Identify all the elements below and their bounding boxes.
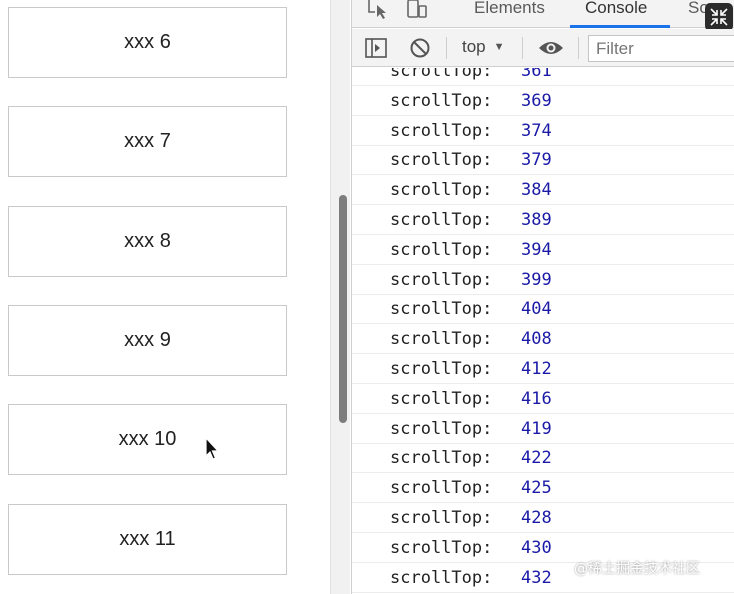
console-log-label: scrollTop: xyxy=(390,120,493,141)
toolbar-divider xyxy=(578,37,579,59)
mouse-pointer-icon xyxy=(205,437,220,460)
collapse-icon xyxy=(710,8,728,26)
console-log-line: scrollTop: 361 xyxy=(352,68,734,86)
list-item-label: xxx 8 xyxy=(124,230,171,252)
clear-console-icon[interactable] xyxy=(409,38,431,58)
toolbar-divider xyxy=(522,37,523,59)
console-log-line: scrollTop: 369 xyxy=(352,86,734,116)
console-log-value: 399 xyxy=(521,269,552,290)
console-log-value: 419 xyxy=(521,418,552,439)
list-item[interactable]: xxx 6 xyxy=(8,7,287,78)
context-selector[interactable]: top ▼ xyxy=(462,37,505,57)
console-log-line: scrollTop: 374 xyxy=(352,116,734,146)
console-log-value: 379 xyxy=(521,150,552,171)
list-item[interactable]: xxx 8 xyxy=(8,206,287,277)
console-log-label: scrollTop: xyxy=(390,537,493,558)
console-log-line: scrollTop: 404 xyxy=(352,294,734,325)
console-log-label: scrollTop: xyxy=(390,448,493,469)
console-log-value: 404 xyxy=(521,299,552,320)
console-log-line: scrollTop: 425 xyxy=(352,473,734,504)
console-log-line: scrollTop: 428 xyxy=(352,503,734,533)
console-log-line: scrollTop: 399 xyxy=(352,265,734,295)
page-viewport: xxx 6 xxx 7 xxx 8 xxx 9 xxx 10 xxx 11 xyxy=(0,0,330,594)
console-log-line: scrollTop: 384 xyxy=(352,175,734,206)
console-log-line: scrollTop: 389 xyxy=(352,205,734,235)
console-log-line: scrollTop: 422 xyxy=(352,443,734,474)
watermark-text: @稀土掘金技术社区 xyxy=(574,561,700,577)
console-log-label: scrollTop: xyxy=(390,150,493,171)
page-scrollbar-thumb[interactable] xyxy=(339,195,347,423)
devtools-panel: Elements Console Sou top ▼ Filter scroll… xyxy=(351,0,734,594)
console-log-label: scrollTop: xyxy=(390,210,493,230)
console-log-value: 428 xyxy=(521,508,552,528)
console-log-value: 384 xyxy=(521,180,552,201)
console-log-label: scrollTop: xyxy=(390,508,493,528)
active-tab-indicator xyxy=(570,25,670,28)
filter-input[interactable] xyxy=(588,35,734,62)
console-log-value: 432 xyxy=(521,567,552,588)
console-log-value: 374 xyxy=(521,120,552,141)
live-expression-eye-icon[interactable] xyxy=(538,38,564,58)
console-log-line: scrollTop: 412 xyxy=(352,354,734,384)
devtools-tabbar: Elements Console Sou xyxy=(352,0,734,31)
console-log-value: 422 xyxy=(521,448,552,469)
inspect-element-icon[interactable] xyxy=(367,0,389,20)
fullscreen-toggle-button[interactable] xyxy=(705,3,733,31)
console-log-label: scrollTop: xyxy=(390,388,493,409)
console-log-label: scrollTop: xyxy=(390,567,493,588)
console-log-line: scrollTop: 416 xyxy=(352,384,734,414)
context-selector-value: top xyxy=(462,37,486,56)
list-item[interactable]: xxx 11 xyxy=(8,504,287,575)
console-log-label: scrollTop: xyxy=(390,239,493,260)
console-log-label: scrollTop: xyxy=(390,329,493,350)
console-log-value: 408 xyxy=(521,329,552,350)
console-log-label: scrollTop: xyxy=(390,269,493,290)
console-log-value: 369 xyxy=(521,90,552,111)
console-log-label: scrollTop: xyxy=(390,359,493,379)
list-item-label: xxx 9 xyxy=(124,329,171,351)
toolbar-divider xyxy=(446,37,447,59)
console-log-line: scrollTop: 408 xyxy=(352,324,734,355)
device-toolbar-icon[interactable] xyxy=(406,0,428,20)
console-log-label: scrollTop: xyxy=(390,478,493,499)
console-log-label: scrollTop: xyxy=(390,180,493,201)
list-item-label: xxx 6 xyxy=(124,31,171,53)
console-log-line: scrollTop: 379 xyxy=(352,145,734,176)
list-item-label: xxx 11 xyxy=(119,528,176,550)
list-item[interactable]: xxx 7 xyxy=(8,106,287,177)
console-output: scrollTop: 361 scrollTop: 369 scrollTop: 374 s… xyxy=(352,68,734,594)
dropdown-arrow-icon: ▼ xyxy=(493,41,505,53)
console-log-value: 389 xyxy=(521,210,552,230)
list-item[interactable]: xxx 10 xyxy=(8,404,287,475)
list-item-label: xxx 7 xyxy=(124,130,171,152)
list-item-label: xxx 10 xyxy=(118,428,177,450)
tab-elements[interactable]: Elements xyxy=(474,0,545,28)
show-sidebar-icon[interactable] xyxy=(365,38,387,58)
console-log-line: scrollTop: 394 xyxy=(352,235,734,265)
list-item[interactable]: xxx 9 xyxy=(8,305,287,376)
console-log-line: scrollTop: 419 xyxy=(352,414,734,444)
console-log-label: scrollTop: xyxy=(390,68,493,81)
tab-console[interactable]: Console xyxy=(585,0,647,28)
console-log-value: 361 xyxy=(521,68,552,81)
console-toolbar: top ▼ xyxy=(352,29,734,67)
console-log-value: 394 xyxy=(521,239,552,260)
console-log-value: 416 xyxy=(521,388,552,409)
console-log-value: 430 xyxy=(521,537,552,558)
console-log-label: scrollTop: xyxy=(390,90,493,111)
console-log-label: scrollTop: xyxy=(390,418,493,439)
console-log-value: 412 xyxy=(521,359,552,379)
console-log-value: 425 xyxy=(521,478,552,499)
console-log-label: scrollTop: xyxy=(390,299,493,320)
